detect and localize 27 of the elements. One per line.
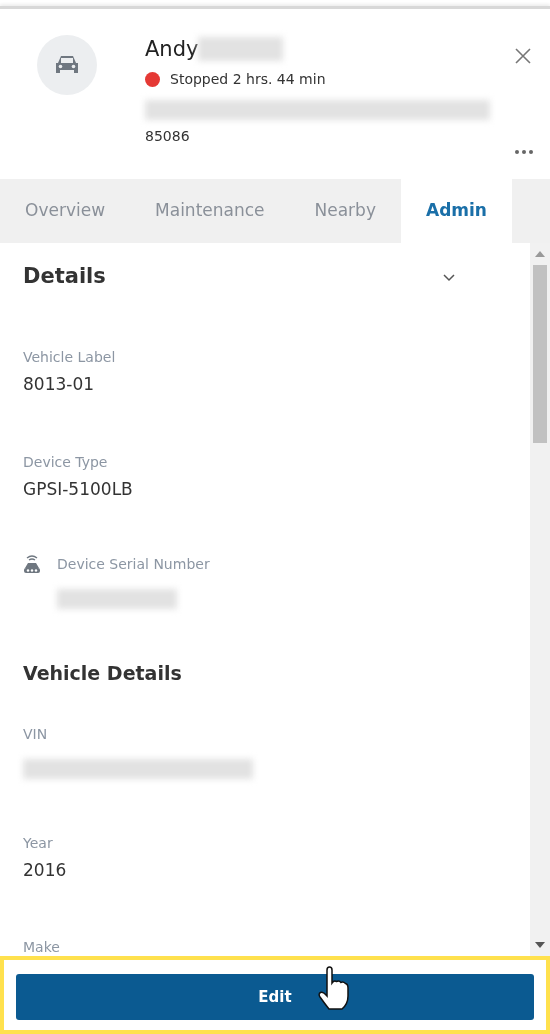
- field-value: 2016: [23, 858, 68, 882]
- tab[interactable]: Admin: [400, 179, 512, 243]
- vehicle-name: Andy: [145, 36, 199, 63]
- field-label: Device Serial Number: [57, 555, 210, 574]
- field-value: GPSI-5100LB: [23, 477, 134, 501]
- field-label: VIN: [23, 724, 49, 744]
- edit-button[interactable]: Edit: [16, 974, 534, 1020]
- scroll-down-icon[interactable]: [535, 942, 545, 948]
- scroll-thumb[interactable]: [533, 265, 547, 443]
- tab[interactable]: Nearby: [289, 179, 401, 243]
- field-label: Vehicle Label: [23, 348, 117, 367]
- scroll-up-icon[interactable]: [535, 251, 545, 257]
- close-icon: [514, 46, 532, 65]
- field-label: Device Type: [23, 452, 109, 472]
- more-icon: [514, 148, 534, 155]
- tab[interactable]: Overview: [0, 179, 131, 243]
- section-heading: Vehicle Details: [23, 661, 183, 686]
- field-label: Make: [23, 938, 61, 956]
- vehicle-id: 85086: [145, 127, 191, 146]
- device-icon: [23, 554, 41, 574]
- field-label: Year: [23, 833, 54, 853]
- panel-title: Details: [23, 263, 106, 291]
- tab[interactable]: Maintenance: [130, 179, 290, 243]
- car-icon: [53, 54, 81, 76]
- status-text: Stopped 2 hrs. 44 min: [170, 70, 326, 89]
- field-value: 8013-01: [23, 373, 96, 396]
- chevron-icon: [443, 273, 455, 282]
